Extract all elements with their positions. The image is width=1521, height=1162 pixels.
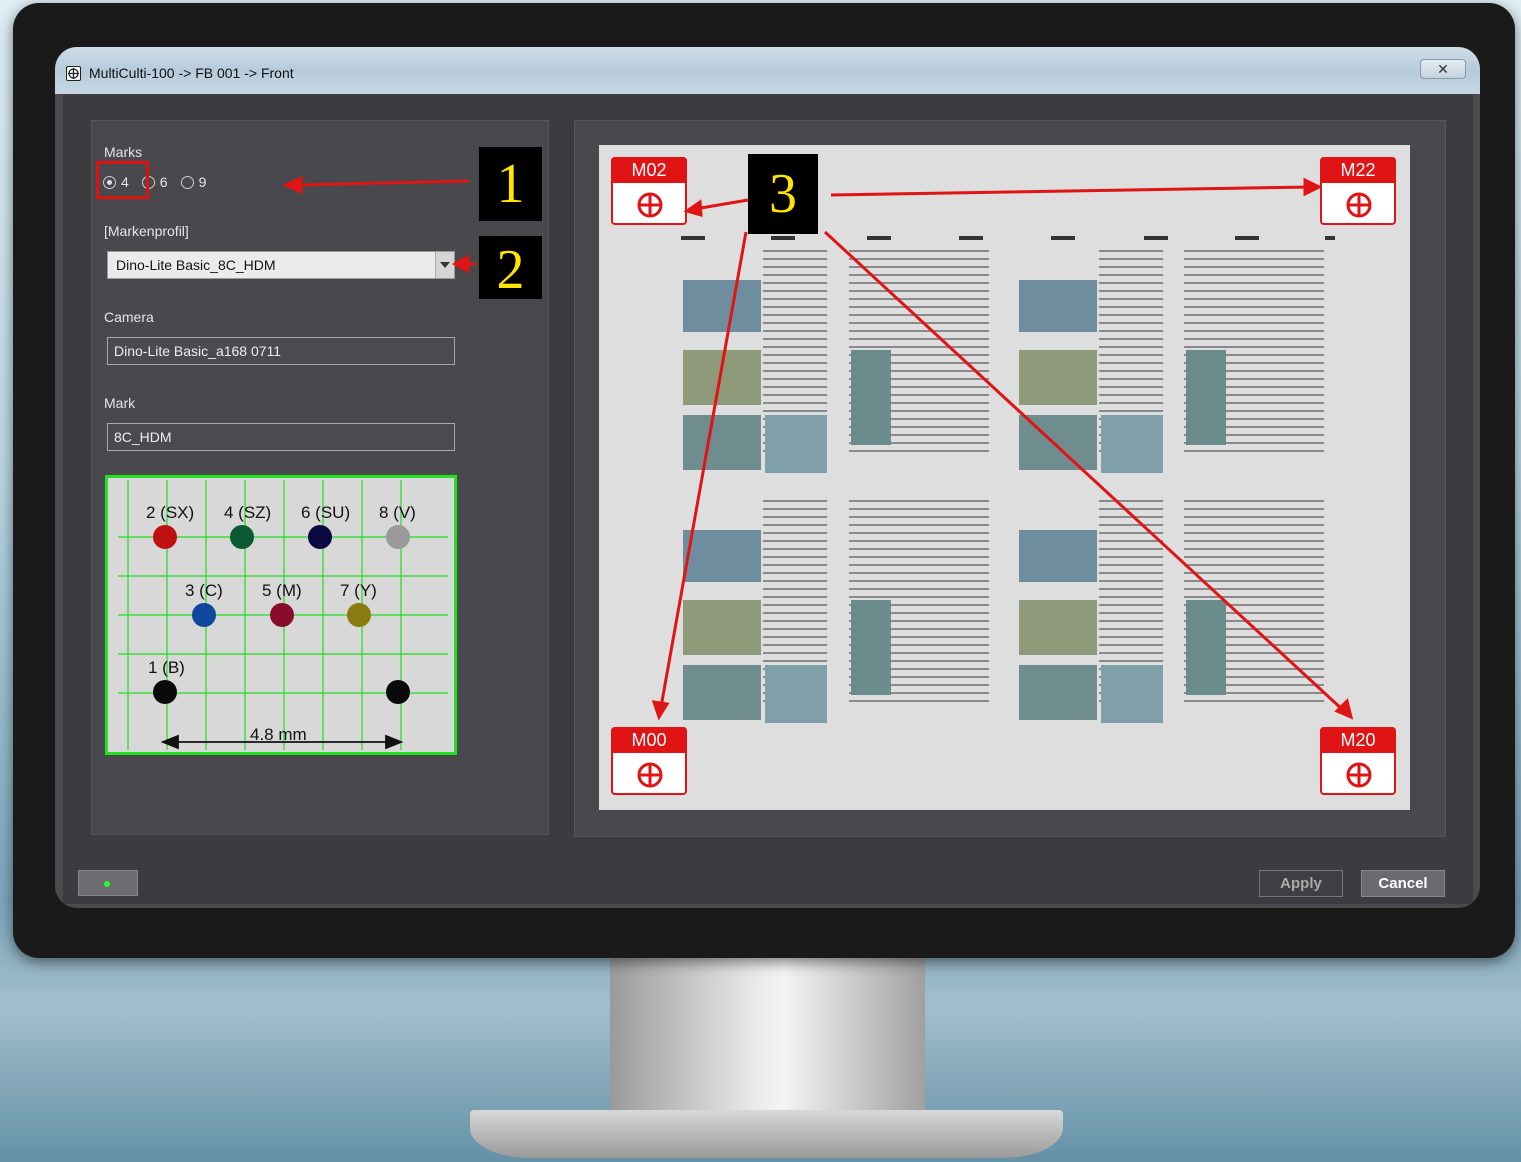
label-sx: 2 (SX) [146, 503, 195, 522]
cancel-button[interactable]: Cancel [1361, 870, 1445, 897]
apply-button[interactable]: Apply [1259, 870, 1343, 897]
preview-panel: M02 M22 M00 M20 3 [574, 120, 1446, 837]
print-sheet-preview: M02 M22 M00 M20 3 [599, 145, 1410, 810]
camera-field[interactable]: Dino-Lite Basic_a168 0711 [107, 337, 455, 365]
dimension-label: 4.8 mm [250, 725, 307, 744]
dot-su [308, 525, 332, 549]
status-indicator[interactable] [78, 870, 138, 896]
label-su: 6 (SU) [301, 503, 351, 522]
dot-m [270, 603, 294, 627]
mark-label: Mark [104, 395, 136, 411]
dot-b-left [153, 680, 177, 704]
dot-b-right [386, 680, 410, 704]
mark-field[interactable]: 8C_HDM [107, 423, 455, 451]
annotation-arrows [651, 177, 1354, 721]
app-icon [66, 66, 81, 81]
mark-layout-diagram: 2 (SX) 4 (SZ) 6 (SU) 8 (V) 3 (C) 5 (M) 7… [105, 475, 457, 755]
monitor-stand-base [470, 1110, 1063, 1158]
dot-sz [230, 525, 254, 549]
label-b: 1 (B) [148, 658, 185, 677]
screen: MultiCulti-100 -> FB 001 -> Front ✕ Mark… [55, 47, 1480, 908]
close-button[interactable]: ✕ [1420, 59, 1466, 79]
bottom-bar: Apply Cancel [63, 854, 1473, 904]
monitor-stand-neck [610, 955, 925, 1125]
camera-value: Dino-Lite Basic_a168 0711 [114, 343, 282, 359]
left-annotation-arrows [282, 175, 476, 274]
dialog-body: Marks 4 6 9 [Markenprofil] Dino-Lite Bas… [63, 94, 1473, 904]
label-y: 7 (Y) [340, 581, 377, 600]
window-title: MultiCulti-100 -> FB 001 -> Front [89, 65, 294, 81]
title-bar: MultiCulti-100 -> FB 001 -> Front ✕ [55, 47, 1480, 94]
label-m: 5 (M) [262, 581, 302, 600]
dot-c [192, 603, 216, 627]
dot-v [386, 525, 410, 549]
dot-sx [153, 525, 177, 549]
label-v: 8 (V) [379, 503, 416, 522]
dot-y [347, 603, 371, 627]
label-c: 3 (C) [185, 581, 223, 600]
label-sz: 4 (SZ) [224, 503, 272, 522]
mark-value: 8C_HDM [114, 429, 172, 445]
